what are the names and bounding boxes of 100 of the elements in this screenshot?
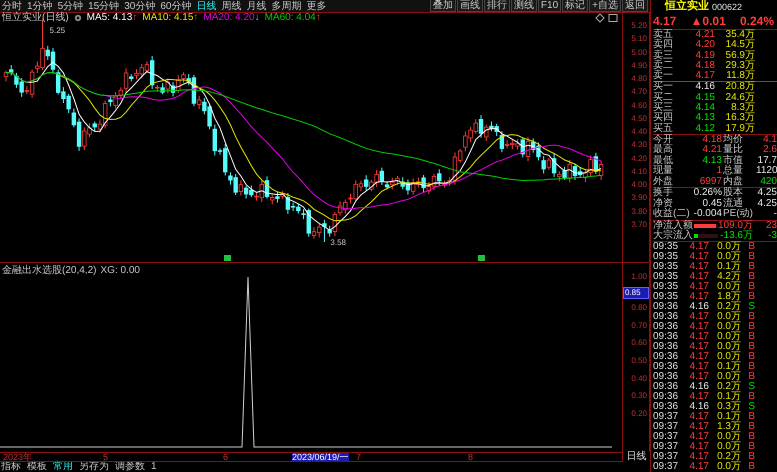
tick-side: S xyxy=(747,382,755,392)
stat-label: 内盘 xyxy=(723,176,744,187)
tick-volume: 0.0万 xyxy=(716,322,741,332)
toolbar-button[interactable]: +自选 xyxy=(589,0,621,12)
toolbar-button[interactable]: F10 xyxy=(538,0,562,12)
axis-label: 4.60 xyxy=(631,100,647,111)
period-tab[interactable]: 1分钟 xyxy=(27,0,53,12)
date-label: 7 xyxy=(356,453,362,462)
tick-price: 4.17 xyxy=(688,252,709,262)
tick-volume: 0.0万 xyxy=(716,282,741,292)
order-level-label: 卖五 xyxy=(653,30,674,40)
tick-side: S xyxy=(747,302,755,312)
tick-side: S xyxy=(747,402,755,412)
order-price: 4.15 xyxy=(694,92,715,103)
tick-volume: 1.3万 xyxy=(716,422,741,432)
tick-price: 4.16 xyxy=(688,382,709,392)
toolbar-button[interactable]: 画线 xyxy=(456,0,483,12)
stat-value: - xyxy=(772,209,777,220)
period-tab[interactable]: 5分钟 xyxy=(58,0,84,12)
trend-arrow: ↑ xyxy=(193,13,198,23)
stock-code: 000622 xyxy=(712,2,742,12)
stat-value: 17.7 xyxy=(756,156,777,166)
axis-label: 1.00 xyxy=(631,272,648,283)
toolbar-button[interactable]: 返回 xyxy=(622,0,648,12)
period-tab[interactable]: 30分钟 xyxy=(124,0,156,12)
tick-side: B xyxy=(747,432,755,442)
moving-average-label: MA20: 4.20 xyxy=(203,13,255,23)
tick-volume: 0.0万 xyxy=(716,372,741,382)
stat-value: 4.25 xyxy=(756,188,777,199)
flow-value: 109.0万 xyxy=(717,220,753,231)
tick-price: 4.17 xyxy=(688,442,709,452)
order-level-label: 卖三 xyxy=(653,50,674,61)
order-level-label: 买三 xyxy=(653,103,674,114)
stat-label: 今开 xyxy=(653,134,674,145)
period-tab[interactable]: 日线 xyxy=(196,0,216,12)
tick-time: 09:35 xyxy=(653,282,680,292)
stat-label: 量比 xyxy=(723,145,744,156)
period-tab[interactable]: 周线 xyxy=(222,0,242,12)
tick-volume: 0.0万 xyxy=(716,242,741,252)
tick-volume: 0.2万 xyxy=(716,452,741,462)
tick-volume: 0.0万 xyxy=(716,442,741,452)
order-price: 4.13 xyxy=(694,113,715,124)
indicator-title: 金融出水选股(20,4,2) xyxy=(2,266,96,276)
axis-label: 4.30 xyxy=(631,140,647,150)
period-tab[interactable]: 分时 xyxy=(2,0,22,12)
tick-price: 4.17 xyxy=(688,412,709,422)
last-price: 4.17 xyxy=(653,16,676,26)
stat-value: 4.18 xyxy=(702,134,722,145)
stat-label: 最高 xyxy=(653,145,674,156)
stat-label: 总量 xyxy=(723,166,744,176)
flow-value: -13.6万 xyxy=(719,230,753,241)
tick-side: B xyxy=(747,312,755,322)
tick-volume: 0.0万 xyxy=(716,252,741,262)
order-price: 4.16 xyxy=(694,82,715,93)
tick-time: 09:36 xyxy=(653,382,680,392)
tick-time: 09:37 xyxy=(653,452,680,462)
period-tab[interactable]: 60分钟 xyxy=(160,0,192,12)
stat-value: 1 xyxy=(715,166,722,177)
toolbar-button[interactable]: 测线 xyxy=(510,0,537,12)
stat-label: 市值 xyxy=(723,156,744,166)
tick-time: 09:36 xyxy=(653,362,680,372)
axis-label: 4.10 xyxy=(631,166,647,177)
order-volume: 24.6万 xyxy=(724,92,755,103)
date-label: 8 xyxy=(468,453,474,462)
flow-label: 净流入额 xyxy=(653,220,693,231)
tick-price: 4.16 xyxy=(688,302,709,312)
tick-side: B xyxy=(747,372,755,382)
moving-average-label: MA60: 4.04 xyxy=(264,13,316,23)
axis-label: 0.50 xyxy=(631,356,648,367)
stat-value: 0.26% xyxy=(692,188,722,199)
order-price: 4.14 xyxy=(694,103,715,114)
stat-value: -0.004 xyxy=(693,209,722,220)
period-tab[interactable]: 15分钟 xyxy=(88,0,120,12)
period-tab[interactable]: 多周期 xyxy=(272,0,302,12)
stat-value: 420 xyxy=(759,176,777,188)
tick-price: 4.17 xyxy=(688,322,709,332)
period-tab[interactable]: 月线 xyxy=(246,0,266,12)
axis-label: 3.80 xyxy=(631,206,647,217)
order-level-label: 买二 xyxy=(653,92,674,103)
axis-label: 5.10 xyxy=(631,34,647,44)
tick-side: B xyxy=(747,262,755,272)
tick-side: B xyxy=(747,342,755,352)
trend-arrow: ↓ xyxy=(254,13,260,23)
toolbar-button[interactable]: 排行 xyxy=(484,0,510,12)
trend-arrow: ↑ xyxy=(316,13,321,23)
axis-label: 4.50 xyxy=(631,114,647,124)
moving-average-label: MA10: 4.15 xyxy=(142,13,194,23)
tick-side: B xyxy=(747,392,755,402)
period-tab[interactable]: 更多 xyxy=(306,0,326,12)
order-price: 4.19 xyxy=(694,50,715,61)
toolbar-button[interactable]: 标记 xyxy=(562,0,588,12)
order-volume: 17.9万 xyxy=(724,124,755,134)
tick-time: 09:36 xyxy=(653,352,680,362)
toolbar-button[interactable]: 叠加 xyxy=(430,0,456,12)
order-level-label: 卖一 xyxy=(653,71,674,82)
tick-time: 09:35 xyxy=(653,272,680,282)
tick-volume: 0.1万 xyxy=(716,362,741,372)
stat-value: 1120 xyxy=(756,166,777,177)
event-marker-icon xyxy=(224,255,231,261)
bottom-tab[interactable]: 1 xyxy=(151,462,157,472)
